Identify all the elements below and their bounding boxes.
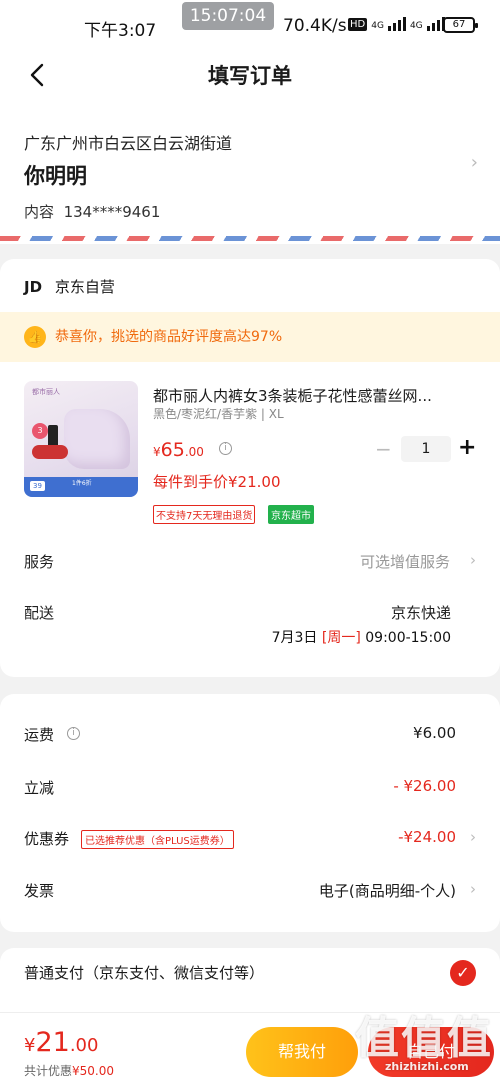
- jd-logo-icon: JD: [24, 278, 43, 296]
- shop-card: JD 京东自营 👍 恭喜你，挑选的商品好评度高达97% 都市丽人 3 39 1件…: [0, 259, 500, 677]
- image-price: 39: [30, 481, 45, 491]
- discount-value: - ¥26.00: [393, 777, 456, 795]
- service-label: 服务: [24, 553, 55, 571]
- thumbs-up-icon: 👍: [24, 326, 46, 348]
- chevron-right-icon: ›: [470, 551, 476, 569]
- fee-card: 运费 i ¥6.00 立减 - ¥26.00 优惠券 已选推荐优惠（含PLUS运…: [0, 694, 500, 932]
- quantity-minus-button[interactable]: −: [375, 437, 392, 461]
- hd-icon: HD: [348, 18, 368, 31]
- signal-4g-label: 4G: [371, 21, 384, 31]
- unit-price: 每件到手价¥21.00: [153, 473, 281, 491]
- battery-icon: 67: [443, 17, 478, 33]
- image-badge: 3: [32, 423, 48, 439]
- info-icon[interactable]: i: [67, 727, 80, 740]
- shipping-label: 运费: [24, 726, 55, 744]
- coupon-tag: 已选推荐优惠（含PLUS运费券）: [81, 830, 234, 849]
- shop-name: 京东自营: [54, 278, 115, 296]
- coupon-row[interactable]: 优惠券 已选推荐优惠（含PLUS运费券） -¥24.00 ›: [0, 824, 500, 854]
- discount-label: 立减: [24, 779, 55, 797]
- praise-text: 恭喜你，挑选的商品好评度高达97%: [55, 329, 283, 345]
- address-line: 广东广州市白云区白云湖街道: [24, 134, 233, 153]
- image-brand-text: 都市丽人: [32, 388, 60, 396]
- status-clock: 15:07:04: [182, 2, 274, 30]
- recipient-phone: 内容 134****9461: [24, 201, 160, 222]
- total-price: ¥21.00: [24, 1027, 99, 1058]
- service-value[interactable]: 可选增值服务: [360, 551, 450, 572]
- phone-label: 内容: [24, 203, 55, 221]
- product-name[interactable]: 都市丽人内裤女3条装栀子花性感蕾丝网...: [153, 385, 473, 406]
- recipient-name: 你明明: [24, 164, 87, 188]
- quantity-plus-button[interactable]: +: [458, 435, 476, 460]
- no-return-tag: 不支持7天无理由退货: [153, 505, 256, 524]
- shipping-value: ¥6.00: [413, 724, 456, 742]
- chevron-right-icon: ›: [470, 152, 478, 173]
- airmail-border: [0, 236, 500, 241]
- delivery-method[interactable]: 京东快递: [391, 602, 451, 623]
- image-deal: 1件6折: [72, 480, 92, 487]
- discount-row: 立减 - ¥26.00: [0, 773, 500, 803]
- phone-number: 134****9461: [63, 203, 161, 221]
- total-saving: 共计优惠¥50.00: [24, 1064, 115, 1078]
- signal-4g-label-2: 4G: [409, 21, 423, 31]
- delivery-label: 配送: [24, 604, 55, 622]
- delivery-time[interactable]: 7月3日 [周一] 09:00-15:00: [272, 627, 451, 647]
- signal-icon-2: [426, 17, 445, 31]
- shipping-row: 运费 i ¥6.00: [0, 720, 500, 750]
- product-price: ¥65.00: [153, 439, 204, 461]
- coupon-value: -¥24.00: [398, 828, 456, 846]
- status-bar: 下午3:07 15:07:04 70.4K/s HD 4G 4G 67: [0, 0, 500, 50]
- signal-indicators: HD 4G 4G: [348, 17, 445, 31]
- status-time: 下午3:07: [84, 21, 157, 41]
- nav-bar: 填写订单: [0, 50, 500, 100]
- address-card[interactable]: 广东广州市白云区白云湖街道 你明明 内容 134****9461 ›: [0, 100, 500, 244]
- invoice-value: 电子(商品明细-个人): [318, 882, 456, 900]
- info-icon[interactable]: i: [219, 442, 232, 455]
- coupon-label: 优惠券: [24, 830, 70, 848]
- praise-banner: 👍 恭喜你，挑选的商品好评度高达97%: [0, 312, 500, 362]
- supermarket-tag: 京东超市: [268, 505, 314, 524]
- invoice-row[interactable]: 发票 电子(商品明细-个人) ›: [0, 876, 500, 906]
- page-title: 填写订单: [208, 64, 292, 88]
- product-image[interactable]: 都市丽人 3 39 1件6折: [24, 381, 138, 497]
- watermark: 值值值 zhizhizhi.com: [355, 1013, 493, 1073]
- help-pay-button[interactable]: 帮我付: [246, 1027, 358, 1077]
- quantity-input[interactable]: 1: [401, 436, 451, 462]
- chevron-right-icon: ›: [470, 828, 476, 846]
- signal-icon: [387, 17, 406, 31]
- invoice-label: 发票: [24, 882, 55, 900]
- product-spec[interactable]: 黑色/枣泥红/香芋紫 | XL: [153, 405, 284, 422]
- payment-method-label: 普通支付（京东支付、微信支付等）: [24, 964, 265, 982]
- network-speed: 70.4K/s: [283, 16, 347, 36]
- shop-header: JD 京东自营: [24, 276, 115, 297]
- check-icon[interactable]: ✓: [450, 960, 476, 986]
- chevron-right-icon: ›: [470, 880, 476, 898]
